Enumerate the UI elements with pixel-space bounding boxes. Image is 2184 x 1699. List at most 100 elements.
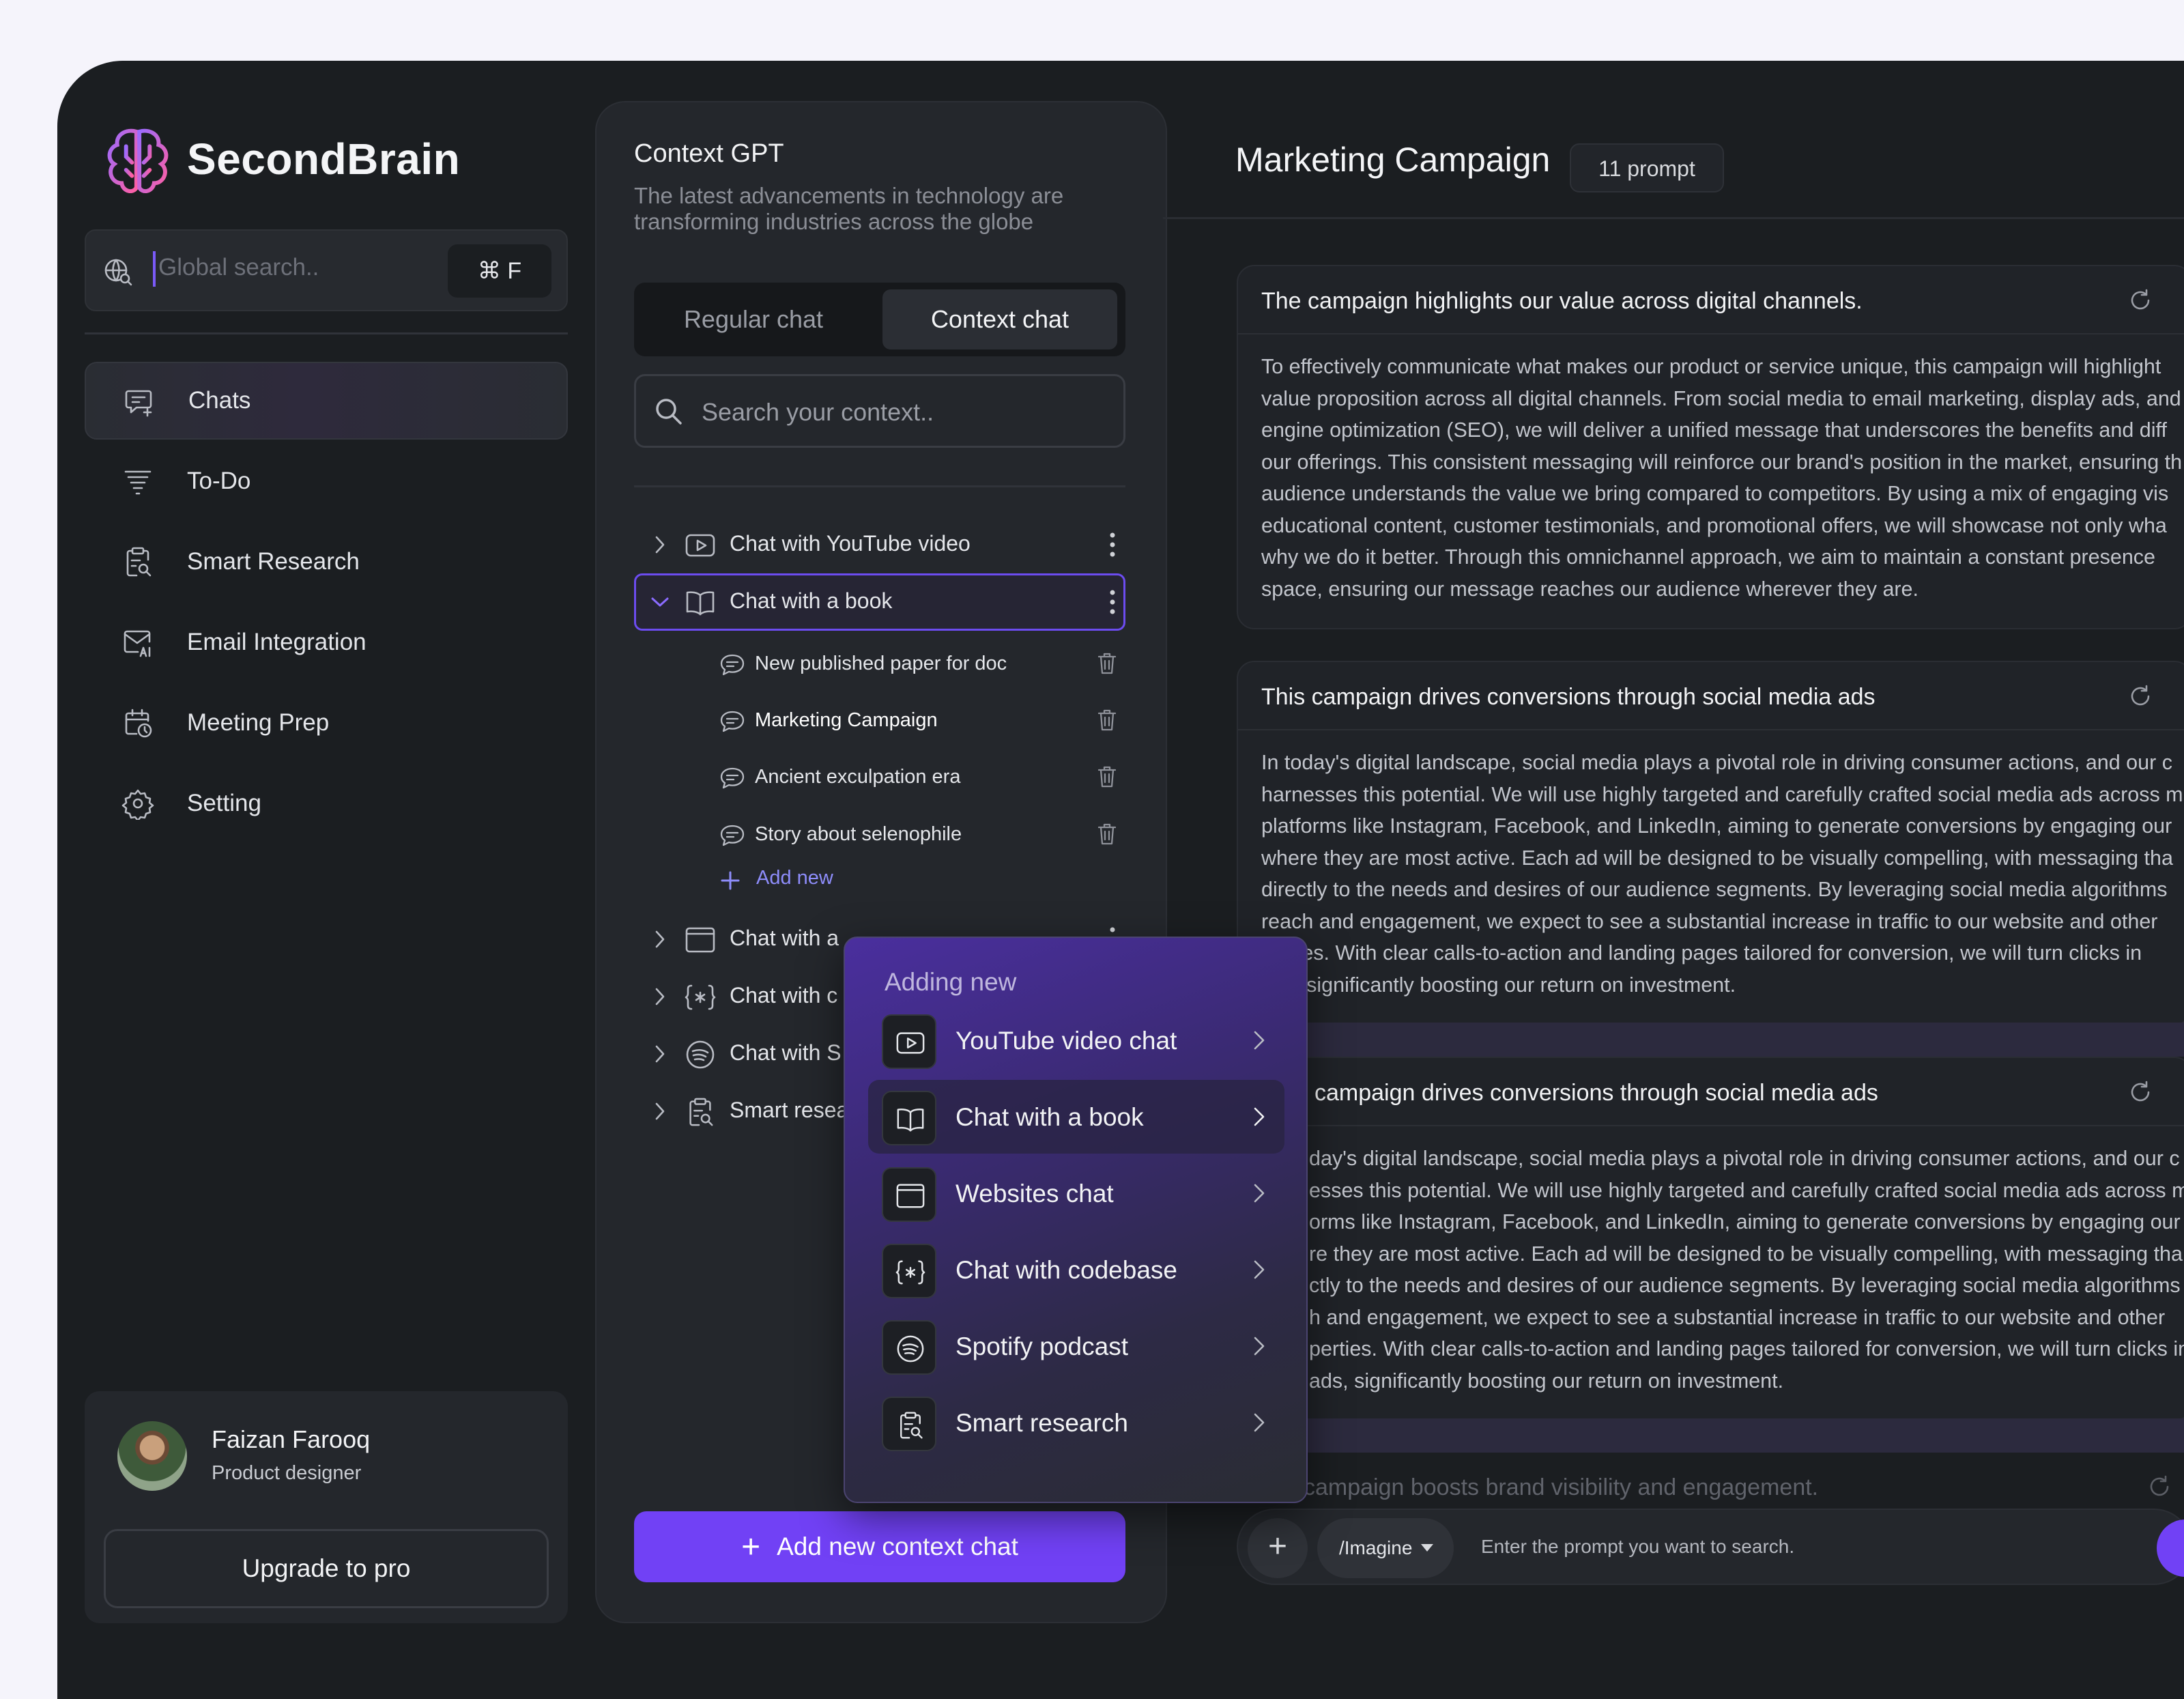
chevron-right-icon	[655, 930, 665, 948]
tree-item-label: Chat with c	[730, 983, 838, 1008]
menu-item-label: Spotify podcast	[956, 1332, 1128, 1360]
section-separator	[1237, 1418, 2184, 1453]
sidebar-item-email-integration[interactable]: Email Integration	[85, 603, 568, 681]
chat-mode-toggle: Regular chat Context chat	[634, 283, 1125, 356]
trash-icon[interactable]	[1096, 651, 1118, 676]
prompt-input[interactable]: Enter the prompt you want to search.	[1481, 1536, 1794, 1558]
mode-select[interactable]: /Imagine	[1317, 1518, 1454, 1578]
menu-item-label: Websites chat	[956, 1180, 1114, 1208]
global-search-input[interactable]: Global search.. ⌘ F	[85, 229, 568, 311]
chevron-right-icon	[1254, 1031, 1265, 1050]
chevron-right-icon	[655, 536, 665, 554]
menu-item-book[interactable]: Chat with a book	[868, 1080, 1284, 1154]
menu-item-youtube[interactable]: YouTube video chat	[868, 1003, 1284, 1077]
context-title: Context GPT	[634, 139, 784, 168]
tab-regular-chat[interactable]: Regular chat	[634, 283, 873, 356]
sidebar-item-meeting-prep[interactable]: Meeting Prep	[85, 684, 568, 762]
text-caret	[153, 251, 156, 287]
code-icon	[685, 984, 716, 1010]
chevron-down-icon	[1421, 1544, 1433, 1552]
tree-item-label: Chat with a	[730, 926, 839, 950]
list-item-label: Story about selenophile	[755, 823, 962, 845]
list-item-label: Marketing Campaign	[755, 709, 938, 731]
brand-logo-icon	[101, 124, 175, 198]
list-item[interactable]: Ancient exculpation era	[717, 754, 1126, 801]
chevron-right-icon	[1254, 1413, 1265, 1432]
calendar-clock-icon	[125, 709, 152, 738]
tree-item-youtube[interactable]: Chat with YouTube video	[634, 516, 1125, 573]
menu-item-codebase[interactable]: Chat with codebase	[868, 1233, 1284, 1307]
refresh-icon[interactable]	[2127, 1079, 2154, 1106]
refresh-icon[interactable]	[2146, 1473, 2173, 1500]
tree-item-label: Smart resea	[730, 1098, 849, 1122]
card-title: The campaign highlights our value across…	[1261, 288, 1863, 314]
card-title: This campaign drives conversions through…	[1261, 684, 1876, 710]
tab-context-chat[interactable]: Context chat	[882, 289, 1117, 349]
list-item[interactable]: New published paper for doc	[717, 640, 1126, 688]
card-body: In today's digital landscape, social med…	[1261, 751, 2183, 997]
response-card: campaign drives conversions through soci…	[1237, 1057, 2184, 1421]
faded-card-title: campaign boosts brand visibility and eng…	[1304, 1474, 1819, 1500]
avatar[interactable]	[117, 1421, 187, 1491]
menu-item-smart-research[interactable]: Smart research	[868, 1386, 1284, 1459]
menu-item-label: Chat with codebase	[956, 1256, 1177, 1284]
trash-icon[interactable]	[1096, 708, 1118, 732]
chat-add-icon	[125, 390, 152, 417]
tree-item-label: Chat with a book	[730, 588, 893, 613]
sidebar-item-todo[interactable]: To-Do	[85, 442, 568, 520]
add-attachment-button[interactable]: +	[1248, 1518, 1308, 1578]
panel-divider	[634, 485, 1125, 487]
card-title: campaign drives conversions through soci…	[1314, 1080, 1878, 1106]
filter-list-icon	[124, 470, 152, 495]
add-new-link[interactable]: Add new	[756, 867, 833, 889]
add-new-popup: Adding new YouTube video chat Chat with …	[844, 937, 1308, 1503]
plus-icon: +	[741, 1529, 761, 1565]
page-title: Marketing Campaign	[1235, 141, 1551, 179]
trash-icon[interactable]	[1096, 822, 1118, 846]
chat-bubble-icon	[720, 767, 745, 789]
sidebar-item-label: Setting	[187, 790, 261, 816]
menu-item-websites[interactable]: Websites chat	[868, 1156, 1284, 1230]
refresh-icon[interactable]	[2127, 683, 2154, 710]
more-options-icon[interactable]	[1109, 588, 1116, 616]
sidebar-item-label: Chats	[188, 387, 251, 414]
app-name: SecondBrain	[187, 134, 461, 184]
profile-card: Faizan Farooq Product designer Upgrade t…	[85, 1391, 568, 1623]
chevron-right-icon	[1254, 1107, 1265, 1126]
response-card: The campaign highlights our value across…	[1237, 265, 2184, 629]
browser-icon	[896, 1184, 925, 1208]
context-search-placeholder: Search your context..	[702, 398, 934, 426]
sidebar-item-label: Smart Research	[187, 548, 360, 575]
refresh-icon[interactable]	[2127, 287, 2154, 314]
prompt-input-bar: + /Imagine Enter the prompt you want to …	[1237, 1509, 2184, 1585]
tree-item-book[interactable]: Chat with a book	[634, 573, 1125, 631]
popup-title: Adding new	[885, 968, 1017, 996]
sidebar-item-setting[interactable]: Setting	[85, 765, 568, 842]
card-body: day's digital landscape, social media pl…	[1309, 1147, 2184, 1393]
context-subtitle: The latest advancements in technology ar…	[634, 183, 1064, 234]
globe-search-icon	[104, 259, 132, 286]
send-button[interactable]	[2157, 1519, 2184, 1577]
list-item[interactable]: Story about selenophile	[717, 811, 1126, 859]
mail-ai-icon	[124, 630, 151, 657]
tree-item-label: Chat with S	[730, 1040, 842, 1065]
response-card: This campaign drives conversions through…	[1237, 661, 2184, 1025]
chevron-right-icon	[1254, 1337, 1265, 1356]
sidebar-item-chats[interactable]: Chats	[85, 362, 568, 440]
tree-item-label: Chat with YouTube video	[730, 531, 971, 556]
add-context-chat-label: Add new context chat	[777, 1532, 1018, 1560]
list-item[interactable]: Marketing Campaign	[717, 697, 1126, 745]
add-context-chat-button[interactable]: + Add new context chat	[634, 1511, 1125, 1582]
global-search-placeholder: Global search..	[158, 254, 319, 281]
clipboard-search-icon	[689, 1098, 713, 1126]
sidebar-item-smart-research[interactable]: Smart Research	[85, 523, 568, 601]
list-item-label: Ancient exculpation era	[755, 766, 961, 788]
upgrade-button[interactable]: Upgrade to pro	[104, 1529, 549, 1608]
chevron-right-icon	[655, 1045, 665, 1063]
more-options-icon[interactable]	[1109, 531, 1116, 558]
trash-icon[interactable]	[1096, 765, 1118, 789]
menu-item-spotify[interactable]: Spotify podcast	[868, 1309, 1284, 1383]
sidebar-item-label: Meeting Prep	[187, 709, 330, 736]
chevron-right-icon	[1254, 1184, 1265, 1203]
context-search-input[interactable]: Search your context..	[634, 374, 1125, 448]
